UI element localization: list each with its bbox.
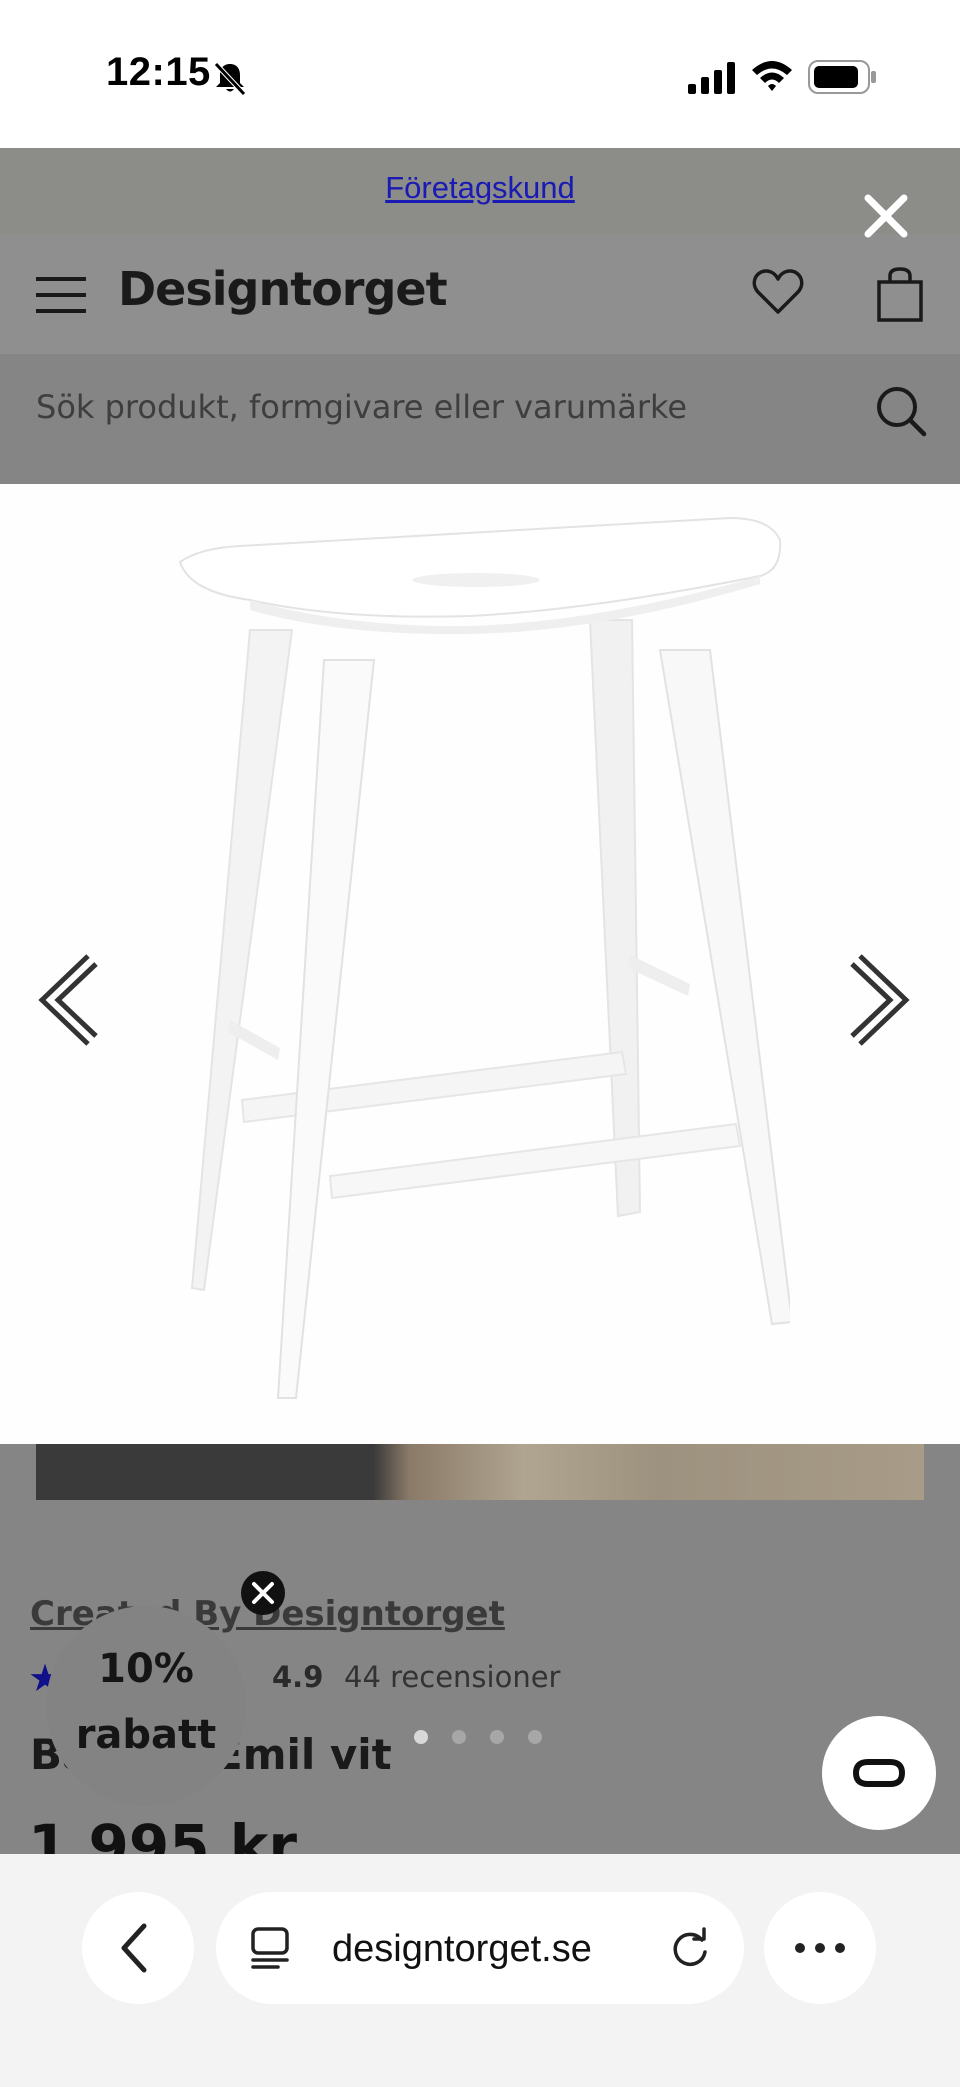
close-icon[interactable]	[240, 1570, 286, 1616]
chevron-right-icon[interactable]	[844, 952, 914, 1048]
search-icon[interactable]	[874, 384, 928, 438]
carousel-dot[interactable]	[452, 1730, 466, 1744]
discount-label: rabatt	[75, 1712, 217, 1758]
url-text[interactable]: designtorget.se	[332, 1928, 592, 1971]
discount-popup[interactable]	[46, 1606, 246, 1806]
carousel-dots	[414, 1730, 544, 1750]
rating-value: 4.9	[272, 1660, 324, 1694]
carousel-dot[interactable]	[528, 1730, 542, 1744]
wifi-icon	[752, 61, 792, 91]
tabs-icon[interactable]	[250, 1926, 290, 1970]
thumbnail-strip[interactable]	[36, 1444, 924, 1500]
chat-button[interactable]	[822, 1716, 936, 1830]
cellular-signal-icon	[688, 62, 735, 94]
reload-icon[interactable]	[668, 1926, 712, 1970]
brand-logo[interactable]: Designtorget	[118, 262, 448, 316]
more-icon	[795, 1943, 845, 1953]
heart-icon[interactable]	[752, 268, 804, 316]
chevron-left-icon[interactable]	[34, 952, 104, 1048]
product-image-stool	[178, 516, 790, 1399]
back-icon	[121, 1923, 147, 1973]
chat-icon	[852, 1759, 906, 1787]
back-button[interactable]	[82, 1892, 194, 2004]
carousel-dot[interactable]	[414, 1730, 428, 1744]
close-icon[interactable]	[860, 190, 912, 242]
carousel-dot[interactable]	[490, 1730, 504, 1744]
discount-percent: 10%	[98, 1646, 194, 1692]
search-input[interactable]: Sök produkt, formgivare eller varumärke	[36, 388, 856, 436]
hamburger-icon[interactable]	[36, 274, 88, 316]
business-customer-link[interactable]: Företagskund	[0, 170, 960, 206]
clock: 12:15	[106, 50, 211, 94]
muted-bell-icon	[214, 62, 246, 96]
reviews-count-link[interactable]: 44 recensioner	[344, 1660, 560, 1694]
battery-icon	[808, 60, 876, 94]
bag-icon[interactable]	[876, 266, 924, 322]
more-button[interactable]	[764, 1892, 876, 2004]
